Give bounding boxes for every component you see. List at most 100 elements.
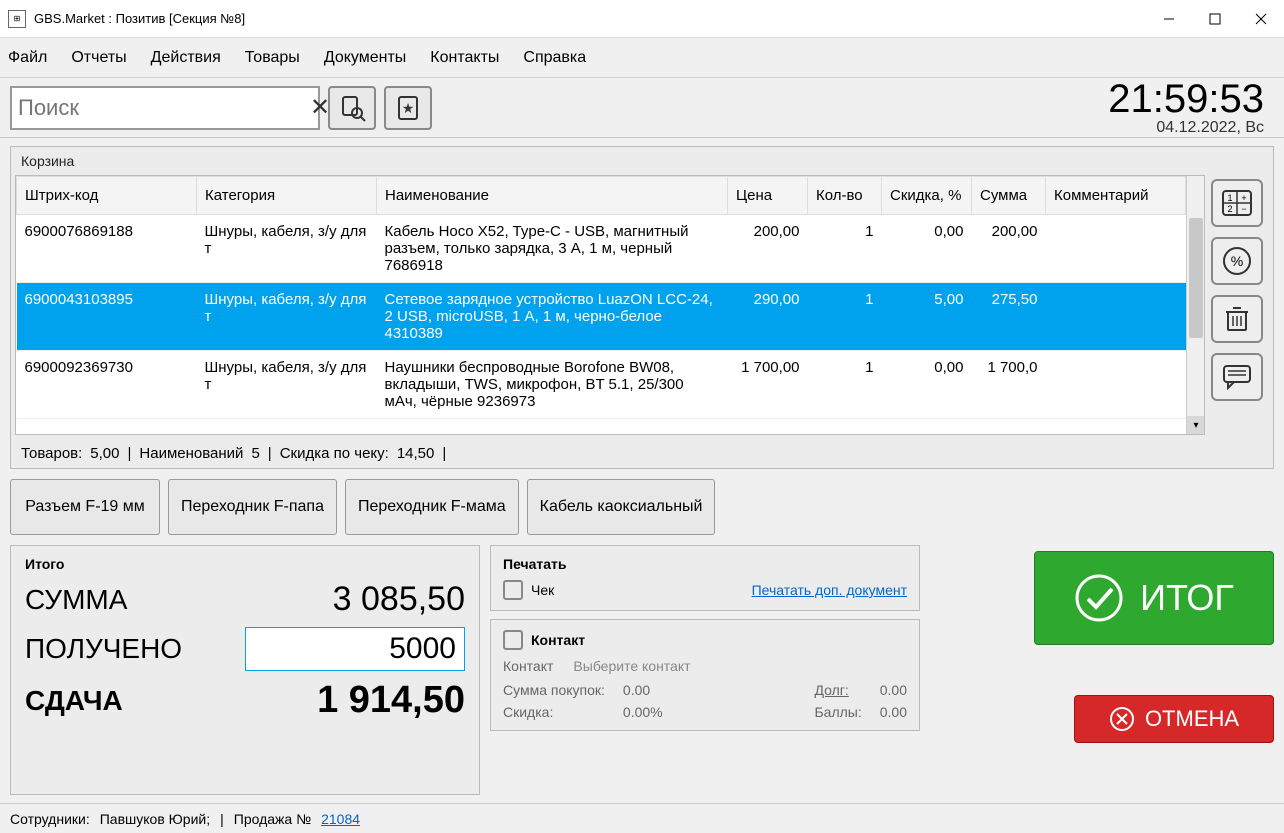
table-row[interactable]: 6900092369730Шнуры, кабеля, з/у для тНау… — [17, 351, 1186, 419]
employees-label: Сотрудники: — [10, 811, 90, 827]
receipt-discount-value: 14,50 — [397, 445, 435, 462]
window-titlebar: ⊞ GBS.Market : Позитив [Секция №8] — [0, 0, 1284, 38]
cell-name: Сетевое зарядное устройство LuazON LCC-2… — [377, 283, 728, 351]
cell-comment — [1046, 283, 1186, 351]
contact-sum-value: 0.00 — [623, 682, 797, 698]
contact-debt-label: Долг: — [814, 682, 861, 698]
contact-title: Контакт — [531, 632, 585, 648]
minimize-icon — [1163, 13, 1175, 25]
menu-documents[interactable]: Документы — [324, 49, 406, 67]
employee-name: Павшуков Юрий; — [100, 811, 210, 827]
quick-btn-0[interactable]: Разъем F-19 мм — [10, 479, 160, 535]
goods-label: Товаров: — [21, 445, 82, 462]
goods-value: 5,00 — [90, 445, 119, 462]
print-title: Печатать — [503, 556, 907, 572]
cell-comment — [1046, 215, 1186, 283]
cell-price: 290,00 — [728, 283, 808, 351]
menu-actions[interactable]: Действия — [151, 49, 221, 67]
sum-label: СУММА — [25, 584, 127, 616]
col-price[interactable]: Цена — [728, 177, 808, 215]
menubar: Файл Отчеты Действия Товары Документы Ко… — [0, 38, 1284, 78]
contact-points-value: 0.00 — [880, 704, 907, 720]
menu-help[interactable]: Справка — [523, 49, 586, 67]
clock-time: 21:59:53 — [1108, 79, 1264, 119]
received-label: ПОЛУЧЕНО — [25, 633, 182, 665]
table-row[interactable]: 6900043103895Шнуры, кабеля, з/у для тСет… — [17, 283, 1186, 351]
cell-barcode: 6900043103895 — [17, 283, 197, 351]
menu-goods[interactable]: Товары — [245, 49, 300, 67]
cell-price: 1 700,00 — [728, 351, 808, 419]
comment-button[interactable] — [1211, 353, 1263, 401]
sum-value: 3 085,50 — [333, 580, 465, 619]
cell-discount: 0,00 — [882, 351, 972, 419]
minimize-button[interactable] — [1146, 0, 1192, 38]
numpad-icon: 1 + 2 − — [1222, 190, 1252, 216]
col-sum[interactable]: Сумма — [972, 177, 1046, 215]
search-input[interactable] — [18, 95, 306, 121]
col-qty[interactable]: Кол-во — [808, 177, 882, 215]
discount-button[interactable]: % — [1211, 237, 1263, 285]
received-input[interactable] — [245, 627, 465, 671]
names-value: 5 — [251, 445, 259, 462]
names-label: Наименований — [139, 445, 243, 462]
cart-scrollbar[interactable]: ▾ — [1186, 176, 1204, 434]
quick-btn-3[interactable]: Кабель каоксиальный — [527, 479, 716, 535]
menu-file[interactable]: Файл — [8, 49, 47, 67]
maximize-button[interactable] — [1192, 0, 1238, 38]
contact-points-label: Баллы: — [814, 704, 861, 720]
contact-placeholder[interactable]: Выберите контакт — [573, 658, 690, 674]
cart-side-buttons: 1 + 2 − % — [1211, 175, 1267, 435]
clock: 21:59:53 04.12.2022, Вс — [1108, 79, 1274, 137]
scroll-down-icon[interactable]: ▾ — [1187, 416, 1204, 434]
maximize-icon — [1209, 13, 1221, 25]
contact-label: Контакт — [503, 658, 553, 674]
change-label: СДАЧА — [25, 685, 123, 717]
statusbar: Сотрудники: Павшуков Юрий; | Продажа № 2… — [0, 803, 1284, 833]
col-discount[interactable]: Скидка, % — [882, 177, 972, 215]
cell-name: Наушники беспроводные Borofone BW08, вкл… — [377, 351, 728, 419]
cell-discount: 0,00 — [882, 215, 972, 283]
cell-sum: 200,00 — [972, 215, 1046, 283]
menu-reports[interactable]: Отчеты — [71, 49, 126, 67]
contact-debt-value: 0.00 — [880, 682, 907, 698]
col-category[interactable]: Категория — [197, 177, 377, 215]
table-row[interactable]: 6900076869188Шнуры, кабеля, з/у для тКаб… — [17, 215, 1186, 283]
scroll-thumb[interactable] — [1189, 218, 1203, 338]
cell-comment — [1046, 351, 1186, 419]
close-button[interactable] — [1238, 0, 1284, 38]
sale-number[interactable]: 21084 — [321, 811, 360, 827]
quantity-button[interactable]: 1 + 2 − — [1211, 179, 1263, 227]
cell-discount: 5,00 — [882, 283, 972, 351]
window-title: GBS.Market : Позитив [Секция №8] — [34, 11, 1146, 26]
cart-header-row: Штрих-код Категория Наименование Цена Ко… — [17, 177, 1186, 215]
col-barcode[interactable]: Штрих-код — [17, 177, 197, 215]
comment-icon — [1222, 364, 1252, 390]
quick-btn-2[interactable]: Переходник F-мама — [345, 479, 519, 535]
print-check-checkbox[interactable] — [503, 580, 523, 600]
svg-text:−: − — [1241, 204, 1246, 214]
col-comment[interactable]: Комментарий — [1046, 177, 1186, 215]
menu-contacts[interactable]: Контакты — [430, 49, 499, 67]
cell-barcode: 6900092369730 — [17, 351, 197, 419]
cell-category: Шнуры, кабеля, з/у для т — [197, 215, 377, 283]
quick-btn-1[interactable]: Переходник F-папа — [168, 479, 337, 535]
delete-button[interactable] — [1211, 295, 1263, 343]
contact-sum-label: Сумма покупок: — [503, 682, 605, 698]
search-field-wrap: ✕ — [10, 86, 320, 130]
cell-barcode: 6900076869188 — [17, 215, 197, 283]
total-button[interactable]: ИТОГ — [1034, 551, 1274, 645]
col-name[interactable]: Наименование — [377, 177, 728, 215]
search-button[interactable] — [328, 86, 376, 130]
print-panel: Печатать Чек Печатать доп. документ — [490, 545, 920, 611]
cart-summary: Товаров: 5,00 | Наименований 5 | Скидка … — [11, 439, 1273, 468]
cancel-button[interactable]: ОТМЕНА — [1074, 695, 1274, 743]
print-extra-link[interactable]: Печатать доп. документ — [752, 582, 907, 598]
cell-qty: 1 — [808, 215, 882, 283]
favorites-button[interactable]: ★ — [384, 86, 432, 130]
svg-text:1: 1 — [1227, 193, 1232, 203]
contact-checkbox[interactable] — [503, 630, 523, 650]
cancel-circle-icon — [1109, 706, 1135, 732]
svg-text:%: % — [1231, 253, 1243, 269]
cart-table: Штрих-код Категория Наименование Цена Ко… — [16, 176, 1186, 419]
cell-name: Кабель Hoco X52, Type-C - USB, магнитный… — [377, 215, 728, 283]
